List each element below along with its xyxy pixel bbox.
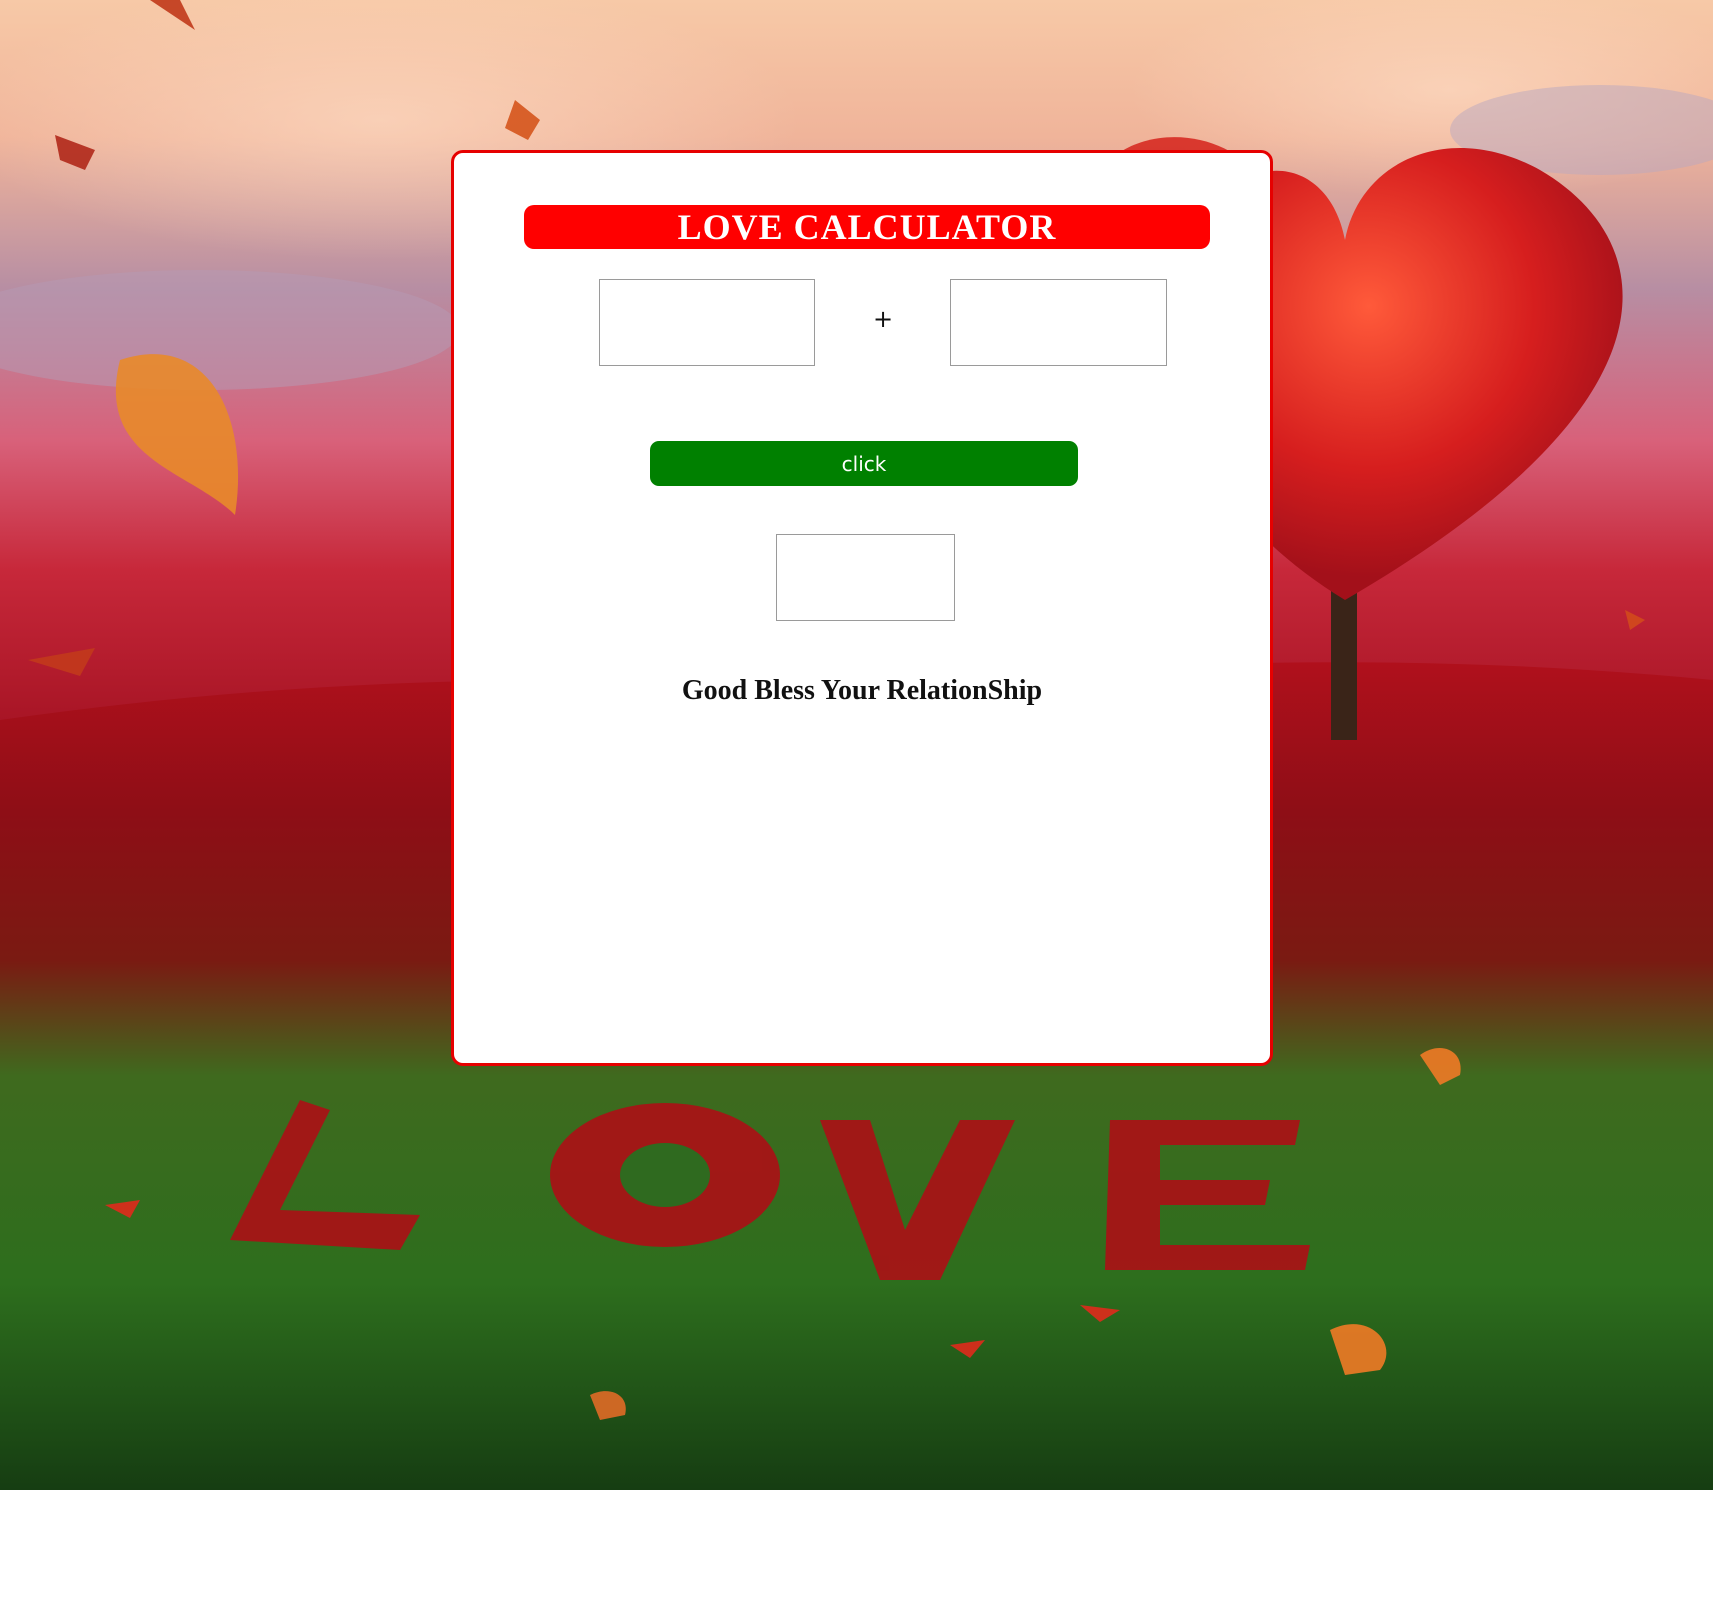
calculate-button[interactable]: click [650, 441, 1078, 486]
second-name-input[interactable] [950, 279, 1167, 366]
result-output[interactable] [776, 534, 955, 621]
blessing-text: Good Bless Your RelationShip [681, 675, 1043, 706]
first-name-input[interactable] [599, 279, 815, 366]
calculator-card: LOVE CALCULATOR + click Good Bless Your … [451, 150, 1273, 1066]
plus-sign: + [872, 305, 894, 333]
calculator-title: LOVE CALCULATOR [524, 205, 1210, 249]
